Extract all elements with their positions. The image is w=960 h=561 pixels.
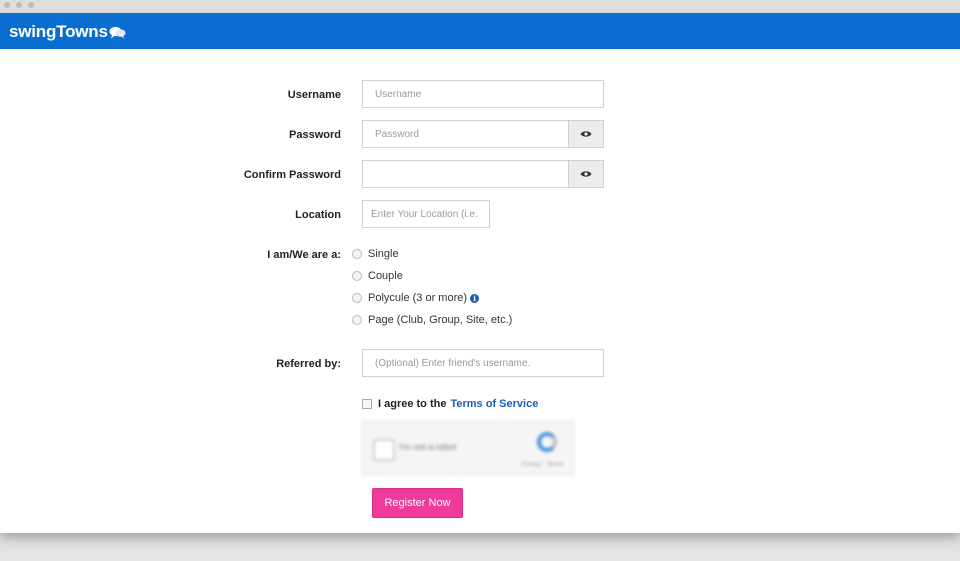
window-dot-icon[interactable] <box>4 2 10 8</box>
referred-by-label: Referred by: <box>276 358 341 370</box>
eye-icon <box>580 171 592 177</box>
confirm-password-input[interactable] <box>362 160 569 188</box>
radio-circle-icon[interactable] <box>352 293 362 303</box>
radio-label: Polycule (3 or more) <box>368 292 468 304</box>
username-placeholder: Username <box>375 88 422 100</box>
account-type-label: I am/We are a: <box>267 249 341 261</box>
password-label: Password <box>289 129 341 141</box>
location-placeholder: Enter Your Location (i.e. <box>371 208 478 220</box>
recaptcha-logo-icon <box>537 432 557 452</box>
radio-circle-icon[interactable] <box>352 315 362 325</box>
chat-bubbles-icon <box>109 26 126 39</box>
window-dot-icon[interactable] <box>16 2 22 8</box>
terms-of-service-link[interactable]: Terms of Service <box>450 398 538 410</box>
radio-polycule[interactable]: Polycule (3 or more) i <box>352 292 480 304</box>
password-placeholder: Password <box>375 128 419 140</box>
page: swingTowns Username Username Password Pa… <box>0 13 960 533</box>
location-input[interactable]: Enter Your Location (i.e. <box>362 200 490 228</box>
radio-label: Couple <box>368 270 403 282</box>
window-dot-icon[interactable] <box>28 2 34 8</box>
terms-agreement: I agree to the Terms of Service <box>362 398 538 410</box>
recaptcha-text: I'm not a robot <box>399 442 457 452</box>
show-password-button[interactable] <box>568 120 604 148</box>
brand-name: swingTowns <box>9 22 108 41</box>
referred-by-placeholder: (Optional) Enter friend's username. <box>375 357 531 369</box>
terms-checkbox[interactable] <box>362 399 372 409</box>
window-titlebar <box>0 0 960 13</box>
radio-couple[interactable]: Couple <box>352 270 403 282</box>
username-label: Username <box>287 89 341 101</box>
radio-circle-icon[interactable] <box>352 271 362 281</box>
radio-page[interactable]: Page (Club, Group, Site, etc.) <box>352 314 512 326</box>
terms-prefix: I agree to the <box>378 398 447 410</box>
radio-label: Page (Club, Group, Site, etc.) <box>368 314 513 326</box>
brand-logo[interactable]: swingTowns <box>9 22 126 42</box>
username-input[interactable]: Username <box>362 80 604 108</box>
recaptcha-checkbox[interactable] <box>373 439 395 461</box>
confirm-password-label: Confirm Password <box>243 169 341 181</box>
register-button[interactable]: Register Now <box>372 488 463 518</box>
recaptcha-widget[interactable]: I'm not a robot Privacy - Terms <box>362 421 574 475</box>
radio-single[interactable]: Single <box>352 248 399 260</box>
referred-by-input[interactable]: (Optional) Enter friend's username. <box>362 349 604 377</box>
password-input[interactable]: Password <box>362 120 569 148</box>
eye-icon <box>580 131 592 137</box>
recaptcha-footer: Privacy - Terms <box>521 462 563 468</box>
info-icon[interactable]: i <box>470 293 480 303</box>
show-confirm-password-button[interactable] <box>568 160 604 188</box>
top-navbar: swingTowns <box>0 13 960 49</box>
location-label: Location <box>295 209 341 221</box>
radio-label: Single <box>368 248 399 260</box>
radio-circle-icon[interactable] <box>352 249 362 259</box>
